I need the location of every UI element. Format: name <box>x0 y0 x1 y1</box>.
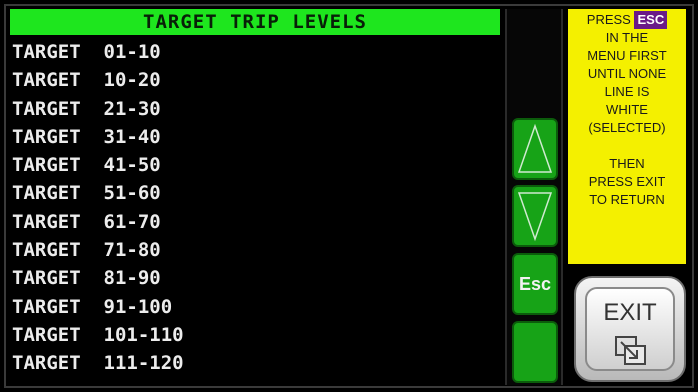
down-arrow-icon <box>517 192 553 242</box>
menu-item-target-21-30[interactable]: TARGET 21-30 <box>10 95 500 123</box>
blank-nav-button[interactable] <box>512 321 558 383</box>
menu-item-target-61-70[interactable]: TARGET 61-70 <box>10 208 500 236</box>
exit-label: EXIT <box>603 299 657 326</box>
help-line-press: PRESS ESC <box>568 11 686 29</box>
menu-item-target-01-10[interactable]: TARGET 01-10 <box>10 38 500 66</box>
scroll-up-button[interactable] <box>512 118 558 180</box>
help-line: TO RETURN <box>589 192 665 207</box>
exit-button[interactable]: EXIT <box>574 276 686 382</box>
esc-button-label: Esc <box>518 273 552 294</box>
up-arrow-icon <box>517 123 553 173</box>
menu-item-target-31-40[interactable]: TARGET 31-40 <box>10 123 500 151</box>
esc-key-tag: ESC <box>634 11 668 29</box>
help-instructions: PRESS ESC IN THE MENU FIRST UNTIL NONE L… <box>568 9 686 264</box>
help-line-spacer <box>568 137 686 155</box>
menu-header: TARGET TRIP LEVELS <box>10 9 500 35</box>
help-line: (SELECTED) <box>588 120 666 135</box>
help-line: LINE IS <box>604 84 650 99</box>
menu-item-target-81-90[interactable]: TARGET 81-90 <box>10 264 500 292</box>
menu-item-target-111-120[interactable]: TARGET 111-120 <box>10 349 500 377</box>
help-line: IN THE <box>605 30 649 45</box>
exit-button-face: EXIT <box>585 287 675 371</box>
menu-item-target-101-110[interactable]: TARGET 101-110 <box>10 321 500 349</box>
help-line: WHITE <box>606 102 648 117</box>
menu-item-target-10-20[interactable]: TARGET 10-20 <box>10 66 500 94</box>
menu-item-target-41-50[interactable]: TARGET 41-50 <box>10 151 500 179</box>
menu-item-target-91-100[interactable]: TARGET 91-100 <box>10 293 500 321</box>
help-line: MENU FIRST <box>587 48 667 63</box>
help-line: UNTIL NONE <box>587 66 667 81</box>
help-line: PRESS EXIT <box>588 174 666 189</box>
help-press-text: PRESS <box>586 12 631 27</box>
esc-button[interactable]: Esc <box>512 253 558 315</box>
exit-window-icon <box>615 336 646 365</box>
menu-list: TARGET 01-10 TARGET 10-20 TARGET 21-30 T… <box>10 38 500 378</box>
menu-item-target-71-80[interactable]: TARGET 71-80 <box>10 236 500 264</box>
menu-item-target-51-60[interactable]: TARGET 51-60 <box>10 179 500 207</box>
scroll-down-button[interactable] <box>512 185 558 247</box>
help-line: THEN <box>609 156 645 171</box>
